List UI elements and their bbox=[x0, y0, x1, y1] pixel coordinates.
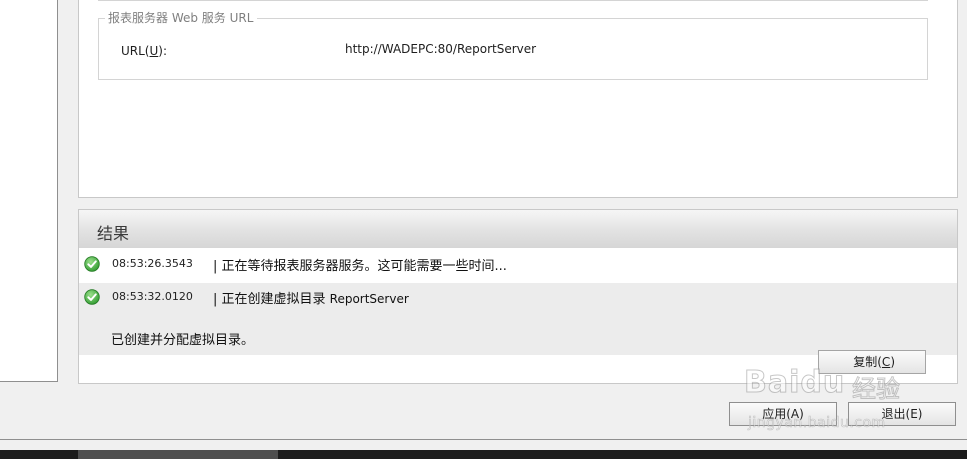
apply-button[interactable]: 应用(A) bbox=[729, 402, 837, 426]
log-entry: 08:53:32.0120 | 正在创建虚拟目录 ReportServer 已创… bbox=[79, 283, 957, 355]
divider bbox=[0, 439, 967, 440]
check-circle-icon bbox=[84, 289, 100, 305]
results-header: 结果 bbox=[79, 210, 957, 248]
url-link[interactable]: http://WADEPC:80/ReportServer bbox=[345, 42, 536, 56]
taskbar-item[interactable] bbox=[78, 450, 278, 459]
log-message: | 正在创建虚拟目录 ReportServer bbox=[213, 292, 409, 307]
results-panel: 结果 08:53:26.3543 | 正在等待报表服务器服务。这可能需要一些时间… bbox=[78, 209, 958, 384]
log-timestamp: 08:53:32.0120 bbox=[112, 290, 193, 303]
check-circle-icon bbox=[84, 256, 100, 272]
log-timestamp: 08:53:26.3543 bbox=[112, 257, 193, 270]
web-service-url-group: 报表服务器 Web 服务 URL URL(U): http://WADEPC:8… bbox=[98, 10, 928, 80]
divider bbox=[98, 0, 928, 1]
navigation-pane bbox=[0, 0, 58, 382]
exit-button[interactable]: 退出(E) bbox=[848, 402, 956, 426]
results-title: 结果 bbox=[97, 224, 130, 243]
url-label: URL(U): bbox=[121, 44, 168, 58]
log-message: | 正在等待报表服务器服务。这可能需要一些时间... bbox=[213, 259, 507, 274]
report-server-url-panel: 报表服务器 Web 服务 URL URL(U): http://WADEPC:8… bbox=[78, 0, 958, 198]
log-entry: 08:53:26.3543 | 正在等待报表服务器服务。这可能需要一些时间... bbox=[79, 250, 957, 280]
copy-button[interactable]: 复制(C) bbox=[818, 350, 926, 374]
taskbar bbox=[0, 450, 967, 459]
log-detail: 已创建并分配虚拟目录。 bbox=[111, 333, 255, 348]
group-title: 报表服务器 Web 服务 URL bbox=[105, 10, 258, 26]
